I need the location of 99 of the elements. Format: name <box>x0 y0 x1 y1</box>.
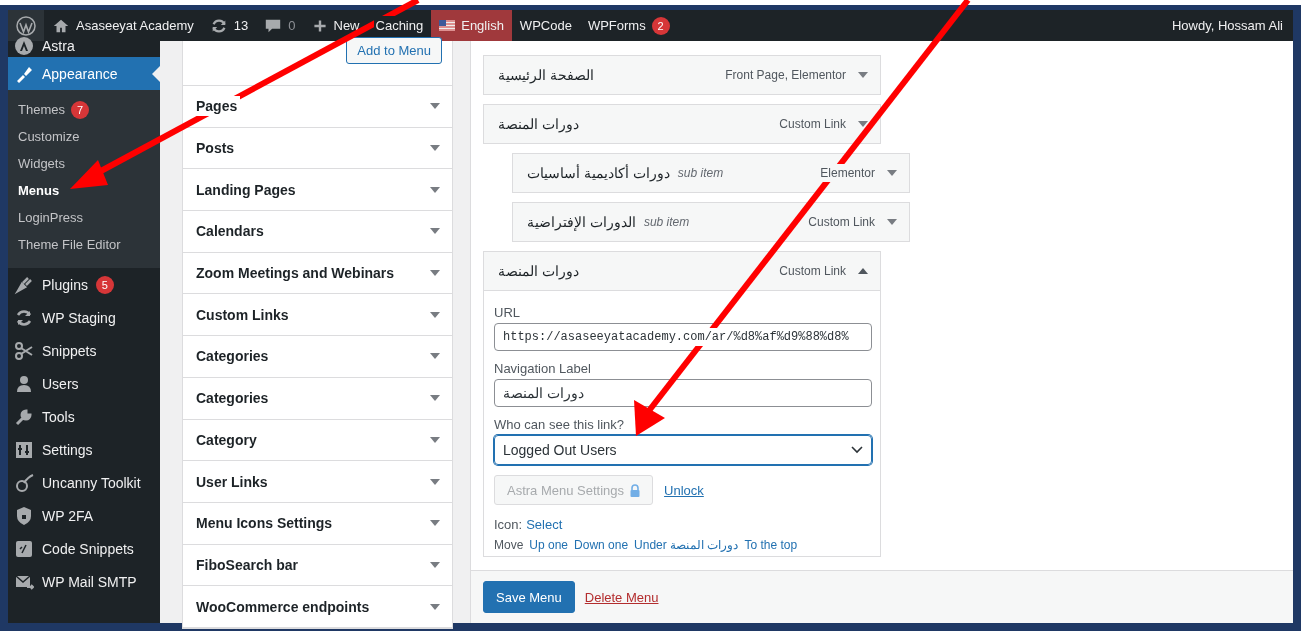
admin-bar-link[interactable]: WPForms 2 <box>579 10 678 41</box>
menu-item-type: Custom Link <box>779 117 846 131</box>
accordion-section[interactable]: Menu Icons Settings <box>183 502 452 545</box>
url-label: URL <box>494 305 521 320</box>
accordion-section[interactable]: Calendars <box>183 211 452 253</box>
caret-icon[interactable] <box>858 121 868 127</box>
caret-icon[interactable] <box>430 395 440 402</box>
settings-icon <box>14 439 34 460</box>
caret-icon[interactable] <box>430 311 440 318</box>
visibility-dropdown[interactable]: Logged Out Users <box>494 435 872 465</box>
plus-icon <box>311 17 328 34</box>
move-link[interactable]: Under دورات المنصة <box>634 538 739 552</box>
sidebar-item[interactable]: Users <box>8 367 160 400</box>
menu-item-type: Custom Link <box>808 215 875 229</box>
delete-menu-link[interactable]: Delete Menu <box>584 589 659 605</box>
submenu-item[interactable]: Widgets <box>8 150 160 177</box>
count-badge: 2 <box>651 16 670 35</box>
scissors-icon <box>14 340 34 361</box>
move-label: Move <box>494 538 524 552</box>
move-link[interactable]: To the top <box>744 538 798 552</box>
language-switcher[interactable]: English <box>431 10 512 41</box>
sidebar-item[interactable]: WP Mail SMTP <box>8 565 160 598</box>
comments-link[interactable]: 0 <box>256 10 304 41</box>
count-badge: 7 <box>70 100 89 119</box>
sidebar-item[interactable]: Appearance <box>8 57 160 90</box>
accordion-section[interactable]: Category <box>183 419 452 462</box>
code-icon <box>14 538 34 559</box>
chevron-down-icon <box>851 446 863 454</box>
accordion-section[interactable]: Zoom Meetings and Webinars <box>183 252 452 295</box>
select-icon-link[interactable]: Select <box>526 517 563 532</box>
sidebar-item[interactable]: Tools <box>8 400 160 433</box>
swirl-icon <box>14 472 34 493</box>
accordion-section[interactable]: Categories <box>183 336 452 378</box>
accordion-section[interactable]: WooCommerce endpoints <box>183 586 452 628</box>
admin-bar-link[interactable]: WPCode <box>511 10 580 41</box>
menu-item-type: Elementor <box>820 166 875 180</box>
move-link[interactable]: Down one <box>574 538 629 552</box>
sidebar-item[interactable]: Uncanny Toolkit <box>8 466 160 499</box>
accordion-section[interactable]: User Links <box>183 461 452 503</box>
caret-icon[interactable] <box>430 145 440 152</box>
menu-item-title: دورات أكاديمية أساسيات <box>527 165 670 181</box>
caret-icon[interactable] <box>430 270 440 277</box>
navigation-label-label: Navigation Label <box>494 361 592 376</box>
lock-icon <box>630 483 641 497</box>
caret-icon[interactable] <box>430 186 440 193</box>
menu-item-title: دورات المنصة <box>498 116 579 132</box>
caret-icon[interactable] <box>887 219 897 225</box>
caret-icon[interactable] <box>430 353 440 360</box>
shield-icon <box>14 505 34 526</box>
wordpress-logo-icon <box>16 15 36 36</box>
sidebar-item[interactable]: WP Staging <box>8 301 160 334</box>
updates-link[interactable]: 13 <box>201 10 257 41</box>
submenu-item[interactable]: LoginPress <box>8 204 160 231</box>
sub-item-note: sub item <box>643 215 690 229</box>
submenu-item[interactable]: Customize <box>8 123 160 150</box>
caret-icon[interactable] <box>887 170 897 176</box>
flag-icon <box>439 20 456 31</box>
url-field[interactable]: https://asaseeyatacademy.com/ar/%d8%af%d9%88%d8% <box>494 323 872 351</box>
menu-item-title: دورات المنصة <box>498 263 579 279</box>
accordion-section[interactable]: Categories <box>183 377 452 420</box>
plug-icon <box>14 274 34 295</box>
menu-item-title: الدورات الإفتراضية <box>527 214 636 230</box>
caret-icon[interactable] <box>858 72 868 78</box>
sub-item-note: sub item <box>677 166 724 180</box>
caret-icon[interactable] <box>430 478 440 485</box>
accordion-section[interactable]: Custom Links <box>183 294 452 337</box>
caret-icon[interactable] <box>430 228 440 235</box>
caret-icon[interactable] <box>430 103 440 110</box>
save-menu-button[interactable]: Save Menu <box>483 581 575 613</box>
unlock-link[interactable]: Unlock <box>664 482 704 498</box>
accordion-section[interactable]: FiboSearch bar <box>183 544 452 587</box>
menu-item-type: Custom Link <box>779 264 846 278</box>
menu-item-type: Front Page, Elementor <box>725 68 846 82</box>
user-icon <box>14 373 34 394</box>
sidebar-item[interactable]: Plugins 5 <box>8 268 160 301</box>
sidebar-item[interactable]: WP 2FA <box>8 499 160 532</box>
refresh-icon <box>14 307 34 328</box>
sidebar-item[interactable]: Code Snippets <box>8 532 160 565</box>
sidebar-item[interactable]: Settings <box>8 433 160 466</box>
move-link[interactable]: Up one <box>529 538 569 552</box>
navigation-label-field[interactable]: دورات المنصة <box>494 379 872 407</box>
caret-icon[interactable] <box>858 268 868 274</box>
accordion-section[interactable]: Landing Pages <box>183 169 452 212</box>
accordion-section[interactable]: Pages <box>183 86 452 128</box>
caret-icon[interactable] <box>430 520 440 527</box>
visibility-label: Who can see this link? <box>494 417 626 432</box>
submenu-item[interactable]: Menus <box>8 177 160 204</box>
caret-icon[interactable] <box>430 436 440 443</box>
account-greeting[interactable]: Howdy, Hossam Ali <box>1164 10 1293 41</box>
count-badge: 5 <box>95 275 114 294</box>
submenu-item[interactable]: Theme File Editor <box>8 231 160 258</box>
menu-item-title: الصفحة الرئيسية <box>498 67 594 83</box>
caret-icon[interactable] <box>430 561 440 568</box>
submenu-item[interactable]: Themes 7 <box>8 96 160 123</box>
icon-label: Icon: <box>494 517 523 532</box>
accordion-section[interactable]: Posts <box>183 127 452 170</box>
caret-icon[interactable] <box>430 603 440 610</box>
add-to-menu-button[interactable]: Add to Menu <box>346 37 442 64</box>
sidebar-item[interactable]: Snippets <box>8 334 160 367</box>
